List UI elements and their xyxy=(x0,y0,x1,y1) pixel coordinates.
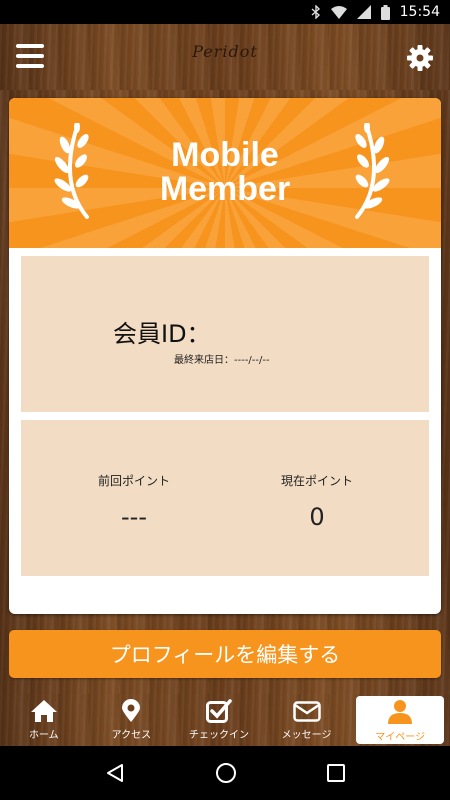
app-header: Peridot xyxy=(0,24,450,90)
tab-access-label: アクセス xyxy=(111,730,152,741)
points-panel: 前回ポイント --- 現在ポイント 0 xyxy=(21,420,429,576)
home-icon xyxy=(30,700,57,722)
member-id-label: 会員ID： xyxy=(113,320,211,348)
edit-profile-button[interactable]: プロフィールを編集する xyxy=(9,630,441,678)
member-info-panel: 会員ID： 最終来店日：----/--/-- xyxy=(21,256,429,412)
tab-checkin-label: チェックイン xyxy=(188,730,249,741)
app-logo: Peridot xyxy=(192,42,258,61)
last-visit-date: 最終来店日：----/--/-- xyxy=(174,355,270,366)
status-time: 15:54 xyxy=(399,4,440,20)
battery-icon xyxy=(380,4,390,20)
envelope-icon xyxy=(292,701,321,722)
member-banner: Mobile Member xyxy=(9,98,441,248)
recents-icon[interactable] xyxy=(327,764,345,782)
home-circle-icon[interactable] xyxy=(215,762,237,784)
previous-points-label: 前回ポイント xyxy=(97,474,170,488)
current-points-value: 0 xyxy=(309,503,325,531)
tab-message[interactable]: メッセージ xyxy=(263,694,351,746)
tab-access[interactable]: アクセス xyxy=(88,694,176,746)
signal-icon xyxy=(356,5,371,19)
tab-mypage-label: マイページ xyxy=(375,732,426,743)
tab-home[interactable]: ホーム xyxy=(0,694,88,746)
back-icon[interactable] xyxy=(105,763,125,783)
current-points: 現在ポイント 0 xyxy=(252,472,382,531)
bottom-tab-bar: ホーム アクセス チェックイン メッセージ マイページ xyxy=(0,694,450,746)
status-bar: 15:54 xyxy=(0,0,450,24)
gear-icon[interactable] xyxy=(406,44,434,72)
previous-points: 前回ポイント --- xyxy=(69,472,199,531)
current-points-label: 現在ポイント xyxy=(280,474,353,488)
laurel-icon xyxy=(355,123,390,219)
checkbox-icon xyxy=(205,699,232,723)
tab-mypage[interactable]: マイページ xyxy=(356,696,444,744)
map-pin-icon xyxy=(122,699,141,722)
system-nav-bar xyxy=(0,746,450,800)
bluetooth-icon xyxy=(311,5,320,19)
content-area: Mobile Member 会員ID： 最終来店日：----/--/-- 前回ポ… xyxy=(0,90,450,694)
tab-checkin[interactable]: チェックイン xyxy=(175,694,263,746)
previous-points-value: --- xyxy=(121,503,147,531)
member-card: Mobile Member 会員ID： 最終来店日：----/--/-- 前回ポ… xyxy=(9,98,441,614)
wifi-icon xyxy=(330,5,347,19)
tab-message-label: メッセージ xyxy=(281,730,332,741)
tab-home-label: ホーム xyxy=(28,730,59,741)
person-icon xyxy=(388,700,413,724)
